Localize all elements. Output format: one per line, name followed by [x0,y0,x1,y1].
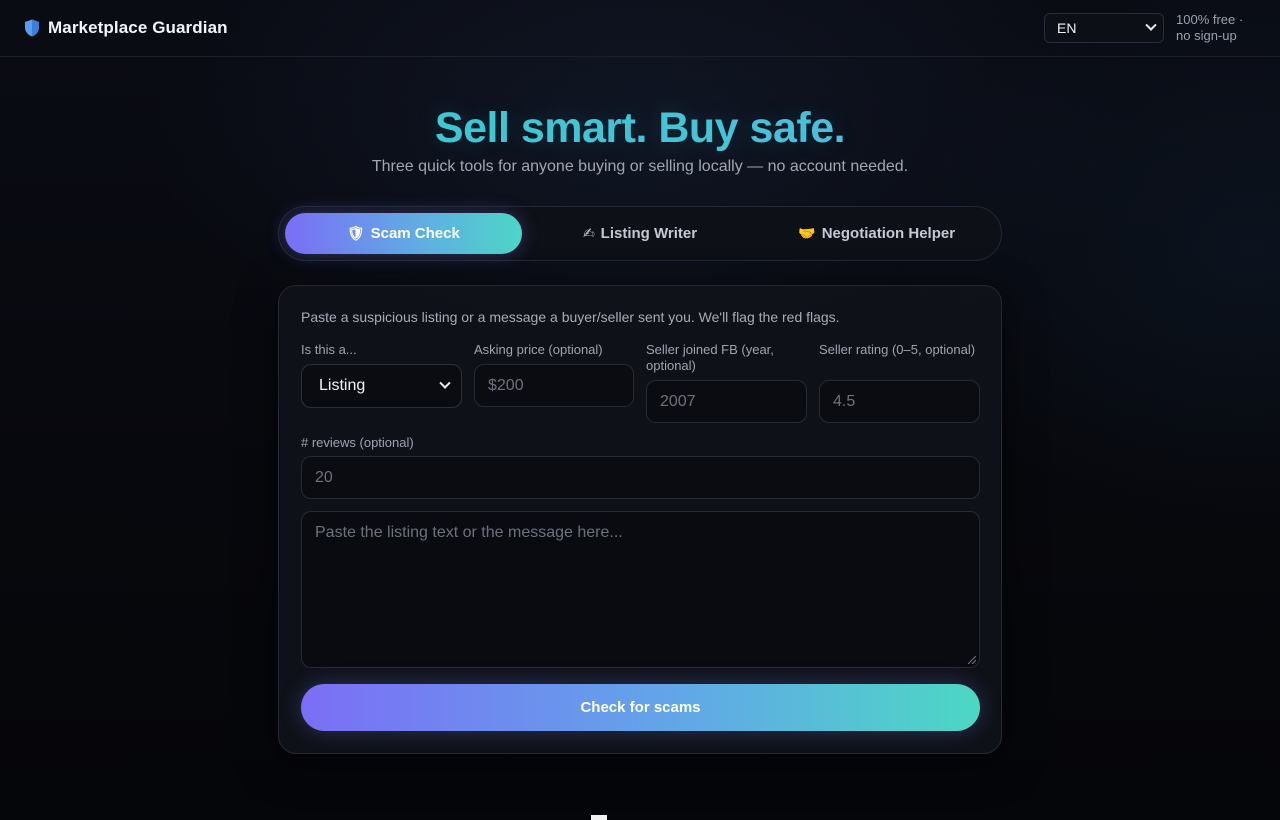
footer-marker [591,815,607,820]
brand-name: Marketplace Guardian [48,18,228,37]
chevron-down-icon [439,377,451,389]
language-value: EN [1057,20,1077,36]
page-title: Sell smart. Buy safe. [0,100,1280,156]
reviews-input[interactable]: 20 [301,456,980,499]
writing-hand-icon: ✍ [582,225,595,242]
joined-label: Seller joined FB (year, optional) [646,342,774,373]
tab-label: Negotiation Helper [821,225,956,242]
tab-label: Listing Writer [600,225,698,242]
tab-label: Scam Check [370,225,460,242]
type-label: Is this a... [301,342,357,357]
language-select[interactable]: EN [1044,13,1164,43]
reviews-placeholder: 20 [315,468,333,486]
tab-negotiation-helper[interactable]: 🤝 Negotiation Helper [758,213,995,254]
tab-scam-check[interactable]: 🛡 Scam Check [285,213,522,254]
tab-listing-writer[interactable]: ✍ Listing Writer [522,213,759,254]
hero: Sell smart. Buy safe. Three quick tools … [0,100,1280,176]
shield-icon [25,19,39,37]
tagline: 100% free · no sign-up [1176,12,1244,43]
handshake-icon: 🤝 [798,225,816,242]
message-placeholder: Paste the listing text or the message he… [315,524,623,541]
message-textarea[interactable]: Paste the listing text or the message he… [301,511,980,668]
price-label: Asking price (optional) [474,342,603,357]
reviews-label: # reviews (optional) [301,435,414,450]
resize-handle-icon[interactable] [968,656,976,664]
scam-check-card: Paste a suspicious listing or a message … [278,285,1002,754]
shield-icon: 🛡 [346,225,365,242]
brand[interactable]: Marketplace Guardian [24,18,228,38]
rating-label: Seller rating (0–5, optional) [819,342,976,357]
form-intro: Paste a suspicious listing or a message … [301,309,840,325]
top-bar: Marketplace Guardian EN 100% free · no s… [0,0,1280,57]
rating-input[interactable]: 4.5 [819,380,980,423]
joined-year-input[interactable]: 2007 [646,380,807,423]
tool-tabs: 🛡 Scam Check ✍ Listing Writer 🤝 Negotiat… [278,206,1002,261]
price-placeholder: $200 [488,376,524,394]
chevron-down-icon [1145,19,1157,31]
rating-placeholder: 4.5 [833,392,856,410]
type-select[interactable]: Listing [301,364,462,408]
joined-placeholder: 2007 [660,392,696,410]
page-subtitle: Three quick tools for anyone buying or s… [371,158,909,175]
type-value: Listing [319,377,366,394]
check-scams-button[interactable]: Check for scams [301,684,980,731]
price-input[interactable]: $200 [474,364,634,407]
header-actions: EN 100% free · no sign-up [1044,12,1256,44]
